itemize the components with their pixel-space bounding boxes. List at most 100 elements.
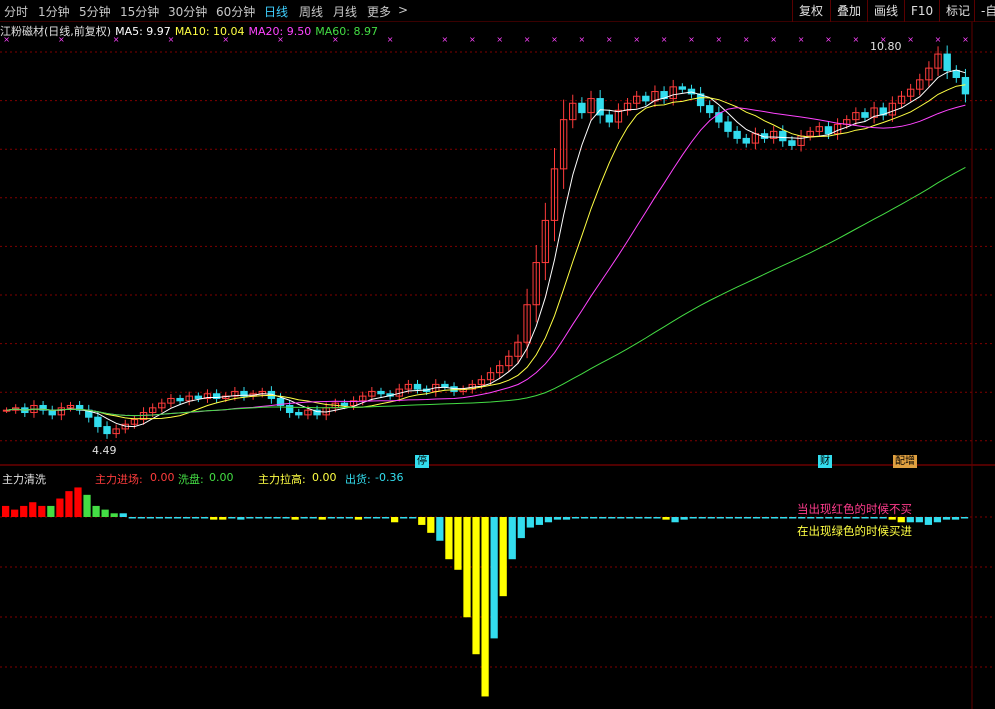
indicator-bar: [409, 517, 417, 519]
candle-body: [194, 395, 203, 399]
indicator-bar: [38, 505, 46, 517]
ma5-line: [6, 69, 966, 428]
indicator-bar: [472, 517, 480, 655]
candle-body: [103, 426, 111, 435]
indicator-bar: [210, 517, 218, 520]
indicator-bar: [47, 505, 55, 517]
indicator-bar: [879, 517, 887, 519]
candle-body: [742, 137, 750, 144]
chevron-right-icon[interactable]: >: [398, 3, 408, 17]
indicator-bar: [354, 517, 363, 520]
toolbar: 分时 1分钟 5分钟 15分钟 30分钟 60分钟 日线 周线 月线 更多 > …: [0, 0, 995, 22]
indicator-bar: [770, 517, 779, 519]
indicator-bar: [761, 517, 770, 519]
indicator-bar: [888, 517, 896, 520]
indicator-bar: [363, 517, 372, 519]
indicator-bar: [544, 517, 553, 523]
signal-marker: ×: [770, 35, 777, 44]
indicator-bar: [345, 517, 354, 519]
indicator-bar: [716, 517, 724, 519]
signal-marker: ×: [962, 35, 969, 44]
kline-chart[interactable]: × × × × × × × × × × × × × × × × × × × × × × × × × × × ×10.804.49: [0, 22, 995, 709]
indicator-bar: [626, 517, 634, 519]
indicator-bar: [789, 517, 797, 519]
period-1min[interactable]: 1分钟: [38, 3, 70, 20]
signal-marker: ×: [524, 35, 531, 44]
indicator-bar: [843, 517, 851, 519]
signal-marker: ×: [852, 35, 859, 44]
indicator-bar: [92, 505, 100, 517]
mark-button[interactable]: 标记: [939, 0, 976, 22]
wash-label: 洗盘:: [178, 473, 204, 486]
indicator-bar: [816, 517, 824, 519]
signal-marker: ×: [469, 35, 476, 44]
indicator-bar: [635, 517, 643, 519]
signal-marker: ×: [743, 35, 750, 44]
indicator-bar: [662, 517, 670, 520]
indicator-bar: [752, 517, 761, 519]
period-5min[interactable]: 5分钟: [79, 3, 111, 20]
candle-body: [377, 390, 385, 395]
adjust-button[interactable]: 复权: [792, 0, 829, 22]
period-30min[interactable]: 30分钟: [168, 3, 207, 20]
limit-badge: 停: [415, 455, 429, 468]
overlay-button[interactable]: 叠加: [830, 0, 867, 22]
signal-marker: ×: [58, 35, 65, 44]
period-more[interactable]: 更多: [367, 3, 391, 20]
f10-button[interactable]: F10: [904, 0, 939, 22]
out-label: 出货:: [345, 473, 371, 486]
indicator-bar: [255, 517, 263, 519]
indicator-bar: [553, 517, 562, 520]
period-weekly[interactable]: 周线: [299, 3, 323, 20]
candle-body: [642, 95, 650, 102]
candle-body: [441, 383, 449, 388]
signal-marker: ×: [798, 35, 805, 44]
draw-line-button[interactable]: 画线: [867, 0, 904, 22]
indicator-bar: [318, 517, 326, 520]
period-timeshare[interactable]: 分时: [4, 3, 28, 20]
indicator-bar: [418, 517, 426, 525]
signal-marker: ×: [332, 35, 339, 44]
indicator-bar: [897, 517, 905, 523]
period-15min[interactable]: 15分钟: [120, 3, 159, 20]
candle-body: [943, 53, 951, 71]
green-note: 在出现绿色的时候买进: [797, 524, 912, 538]
period-daily[interactable]: 日线: [264, 3, 288, 20]
indicator-bar: [490, 517, 498, 639]
indicator-bar: [933, 517, 942, 523]
indicator-bar: [517, 517, 525, 539]
indicator-bar: [29, 502, 37, 517]
wash-value: 0.00: [209, 471, 234, 484]
signal-marker: ×: [168, 35, 175, 44]
indicator-bar: [571, 517, 580, 519]
candle-body: [724, 121, 732, 132]
candle-body: [48, 409, 56, 416]
indicator-bar: [155, 517, 164, 519]
indicator-bar: [237, 517, 245, 520]
auto-button[interactable]: -自: [974, 0, 995, 22]
indicator-bar: [725, 517, 733, 519]
signal-marker: ×: [551, 35, 558, 44]
indicator-bar: [300, 517, 308, 519]
indicator-bar: [119, 513, 127, 517]
indicator-bar: [526, 517, 534, 528]
indicator-bar: [825, 517, 833, 519]
candle-body: [779, 130, 787, 142]
indicator-bar: [381, 517, 390, 519]
period-monthly[interactable]: 月线: [333, 3, 357, 20]
indicator-bar: [734, 517, 743, 519]
indicator-bar: [599, 517, 607, 519]
indicator-bar: [861, 517, 869, 519]
inflow-label: 主力进场:: [95, 473, 143, 486]
indicator-bar: [463, 517, 471, 618]
indicator-bar: [246, 517, 254, 519]
indicator-bar: [580, 517, 589, 519]
indicator-bar: [671, 517, 679, 523]
red-note: 当出现红色的时候不买: [797, 502, 912, 516]
signal-marker: ×: [716, 35, 723, 44]
ma10-line: [6, 84, 966, 420]
candle-body: [285, 404, 294, 414]
candle-body: [605, 114, 613, 123]
ma60-line: [6, 166, 966, 417]
period-60min[interactable]: 60分钟: [216, 3, 255, 20]
